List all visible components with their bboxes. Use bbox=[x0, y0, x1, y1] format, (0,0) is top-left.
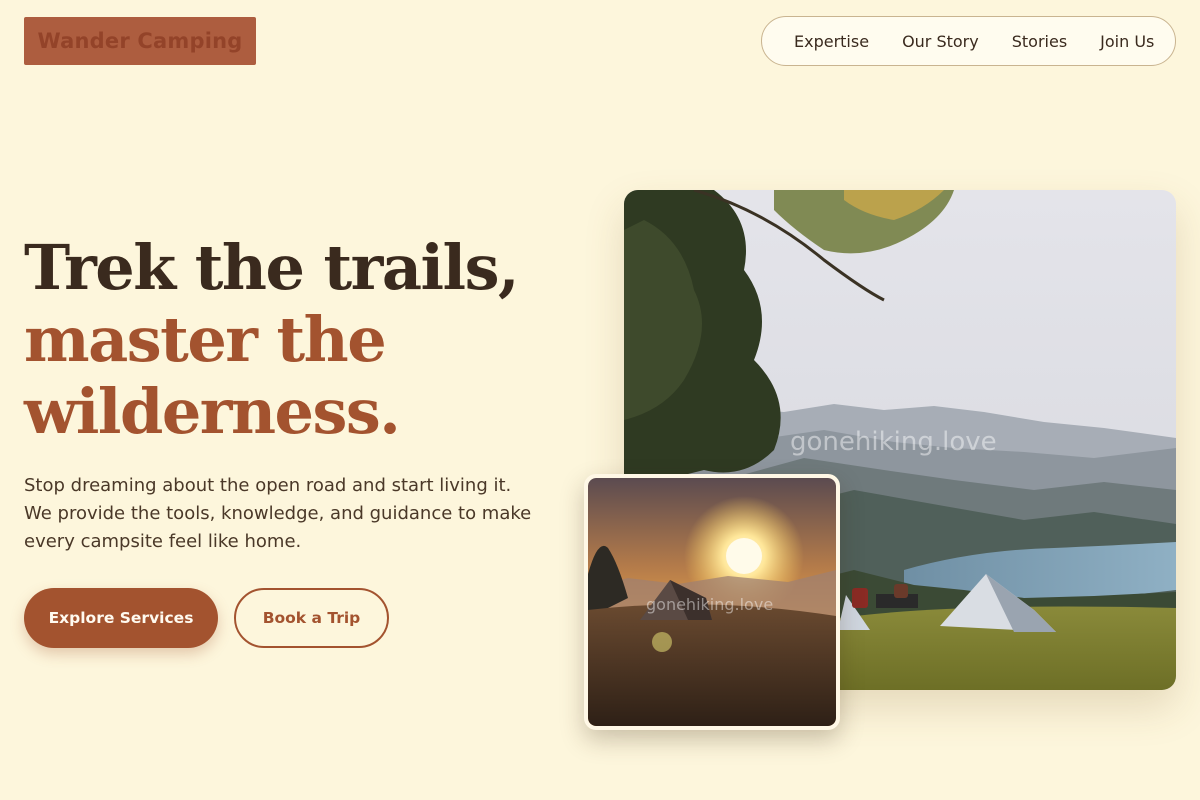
headline-line-2: master the bbox=[24, 303, 387, 376]
main-nav: Expertise Our Story Stories Join Us bbox=[761, 16, 1176, 66]
headline-line-1: Trek the trails, bbox=[24, 231, 520, 304]
nav-item-expertise[interactable]: Expertise bbox=[794, 32, 869, 51]
explore-services-button[interactable]: Explore Services bbox=[24, 588, 218, 648]
brand-logo[interactable]: Wander Camping bbox=[24, 17, 256, 65]
nav-item-join-us[interactable]: Join Us bbox=[1100, 32, 1154, 51]
headline-line-3: wilderness. bbox=[24, 375, 401, 448]
hero-description: Stop dreaming about the open road and st… bbox=[24, 475, 532, 552]
nav-item-stories[interactable]: Stories bbox=[1012, 32, 1067, 51]
brand-name: Wander Camping bbox=[37, 29, 243, 53]
book-a-trip-button[interactable]: Book a Trip bbox=[234, 588, 389, 648]
nav-item-our-story[interactable]: Our Story bbox=[902, 32, 979, 51]
hero-headline: Trek the trails, master the wilderness. bbox=[24, 232, 584, 448]
sunset-tent-photo: gonehiking.love bbox=[584, 474, 840, 730]
